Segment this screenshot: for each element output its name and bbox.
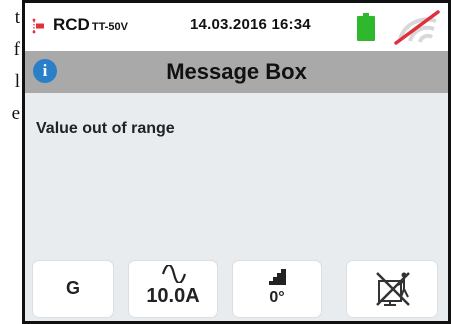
dialog-title-bar: i Message Box <box>25 51 448 93</box>
no-discharge-icon <box>376 272 410 306</box>
mode-detail: TT-50V <box>91 21 128 33</box>
phase-angle-value: 0° <box>269 289 285 306</box>
side-text-line: f <box>13 39 20 60</box>
side-text-line: e <box>11 103 20 124</box>
ramp-icon <box>269 269 286 285</box>
cropped-side-text: t f l e <box>0 0 22 324</box>
softkey-no-discharge[interactable] <box>347 261 437 317</box>
softkey-g-label: G <box>65 278 80 298</box>
softkey-current[interactable]: 10.0A <box>129 261 217 317</box>
battery-icon <box>357 13 375 41</box>
test-current-value: 10.0A <box>146 285 200 307</box>
mode-name: RCD <box>53 15 90 34</box>
status-bar: RCD TT-50V 14.03.2016 16:34 <box>25 3 448 51</box>
softkey-g[interactable]: G <box>33 261 113 317</box>
softkey-phase[interactable]: 0° <box>233 261 321 317</box>
dialog-title: Message Box <box>166 59 307 84</box>
instrument-screen: RCD TT-50V 14.03.2016 16:34 i Message Box… <box>22 0 451 324</box>
side-text-line: t <box>14 7 20 28</box>
softkey-bar: G 10.0A 0° <box>25 253 448 321</box>
no-signal-icon <box>394 10 440 45</box>
rcd-mode-icon <box>32 18 44 34</box>
dialog-message: Value out of range <box>36 120 175 137</box>
mode-label: RCD TT-50V <box>53 15 128 35</box>
date-time: 14.03.2016 16:34 <box>190 16 311 33</box>
sine-wave-icon <box>161 265 187 283</box>
side-text-line: l <box>14 71 20 92</box>
